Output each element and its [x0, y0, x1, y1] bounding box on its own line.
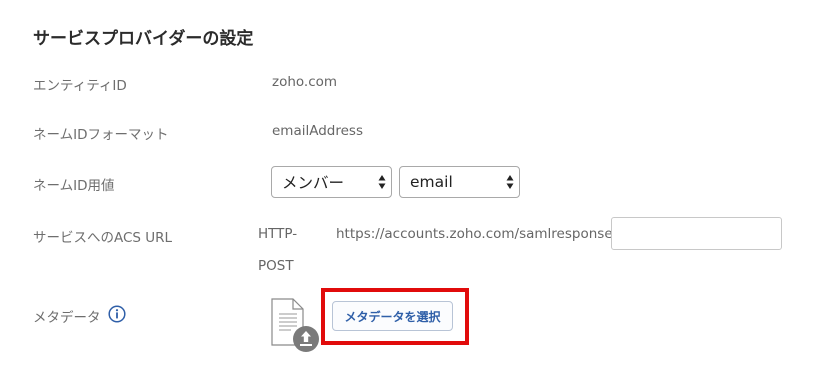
select-arrows-icon	[506, 175, 514, 189]
select-arrows-icon	[378, 175, 386, 189]
metadata-label: メタデータ	[33, 310, 101, 326]
name-id-format-value: emailAddress	[272, 123, 363, 139]
name-id-source-selected: メンバー	[282, 174, 345, 192]
file-upload-icon	[271, 298, 319, 352]
name-id-attribute-selected: email	[410, 173, 453, 191]
info-icon[interactable]	[108, 305, 126, 323]
entity-id-value: zoho.com	[272, 74, 338, 90]
acs-url-label: サービスへのACS URL	[33, 230, 173, 246]
service-provider-settings-panel: サービスプロバイダーの設定 エンティティID zoho.com ネームIDフォー…	[0, 0, 814, 368]
acs-binding-line1: HTTP-	[258, 226, 298, 242]
acs-binding-line2: POST	[258, 258, 294, 274]
acs-url-suffix-input[interactable]	[611, 217, 782, 250]
section-title: サービスプロバイダーの設定	[33, 29, 254, 49]
name-id-value-label: ネームID用値	[33, 178, 115, 194]
name-id-attribute-select[interactable]: email	[399, 166, 520, 198]
select-metadata-button[interactable]: メタデータを選択	[332, 301, 453, 331]
name-id-format-label: ネームIDフォーマット	[33, 127, 169, 143]
entity-id-label: エンティティID	[33, 78, 127, 94]
acs-url-prefix: https://accounts.zoho.com/samlresponse/	[336, 226, 618, 242]
name-id-source-select[interactable]: メンバー	[271, 166, 392, 198]
